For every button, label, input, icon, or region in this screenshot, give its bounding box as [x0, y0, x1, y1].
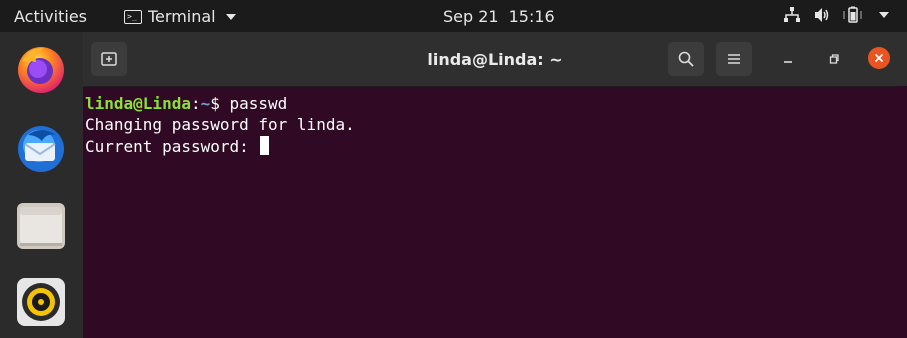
minimize-icon [784, 61, 792, 63]
menu-button[interactable] [716, 42, 752, 76]
password-prompt-line: Current password: [85, 136, 270, 157]
battery-icon [843, 6, 862, 23]
thunderbird-icon [18, 126, 64, 172]
app-menu-button[interactable]: >_ Terminal [124, 7, 236, 26]
terminal-icon: >_ [124, 9, 142, 24]
prompt-line: linda@Linda:~$ passwd [85, 94, 287, 114]
command-text: passwd [229, 94, 288, 113]
search-icon [678, 51, 694, 67]
dock-item-rhythmbox[interactable] [14, 275, 68, 329]
terminal-output[interactable]: linda@Linda:~$ passwd Changing password … [83, 86, 895, 338]
restore-button[interactable] [824, 49, 844, 69]
header-bar: linda@Linda: ~ [83, 32, 907, 87]
volume-icon [815, 8, 829, 22]
folder-icon [17, 203, 65, 249]
clock-button[interactable]: Sep 21 15:16 [443, 7, 555, 26]
password-prompt-text: Current password: [85, 137, 259, 156]
output-line: Changing password for linda. [85, 115, 355, 134]
system-menu[interactable] [783, 6, 889, 24]
dock [0, 32, 83, 338]
clock-date: Sep 21 [443, 7, 499, 26]
dock-item-thunderbird[interactable] [14, 121, 68, 175]
network-icon [784, 7, 800, 22]
search-button[interactable] [668, 42, 704, 76]
terminal-window: linda@Linda: ~ linda@Linda:~$ passwd Cha… [83, 32, 907, 338]
scrollbar[interactable] [897, 86, 907, 338]
dock-item-firefox[interactable] [14, 42, 68, 96]
clock-time: 15:16 [508, 7, 555, 26]
top-bar: Activities >_ Terminal Sep 21 15:16 [0, 0, 907, 32]
rhythmbox-icon [17, 278, 65, 326]
prompt-separator: : [190, 94, 201, 113]
prompt-path: ~ [200, 94, 211, 113]
prompt-user: linda@Linda [85, 94, 191, 113]
chevron-down-icon [225, 13, 236, 20]
text-cursor [260, 136, 270, 155]
close-button[interactable] [868, 47, 890, 69]
system-menu-caret-icon [879, 12, 889, 18]
activities-button[interactable]: Activities [14, 7, 87, 26]
app-menu-label: Terminal [148, 7, 216, 26]
restore-icon [829, 54, 839, 64]
close-icon [874, 53, 884, 63]
dock-item-files[interactable] [14, 199, 68, 253]
minimize-button[interactable] [778, 49, 798, 69]
firefox-icon [18, 47, 64, 93]
menu-icon [728, 54, 740, 64]
prompt-symbol: $ [210, 94, 230, 113]
